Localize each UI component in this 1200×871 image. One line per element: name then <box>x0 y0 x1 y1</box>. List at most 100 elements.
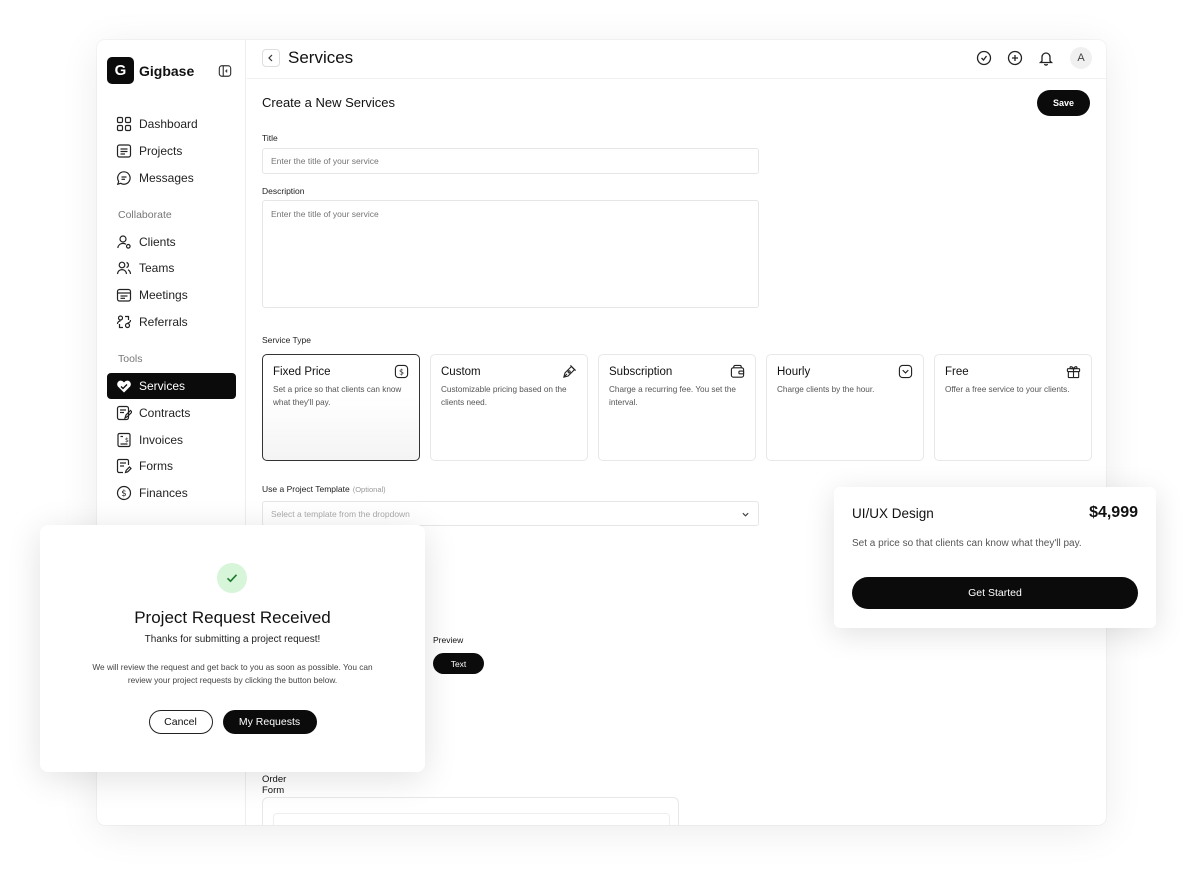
chevron-left-icon <box>268 54 273 62</box>
plus-circle-icon <box>1007 50 1023 66</box>
sidebar-collapse-icon[interactable] <box>218 64 232 78</box>
card-desc: Offer a free service to your clients. <box>945 385 1070 394</box>
list-icon <box>116 144 132 158</box>
card-title: Hourly <box>777 366 811 378</box>
modal-subtitle: Thanks for submitting a project request! <box>144 634 321 645</box>
add-button[interactable] <box>1006 49 1024 67</box>
modal-title: Project Request Received <box>134 608 331 627</box>
sidebar-item-invoices[interactable]: $ Invoices <box>107 427 236 453</box>
sidebar-item-teams[interactable]: Teams <box>107 255 236 281</box>
sidebar-heading-collaborate: Collaborate <box>118 208 172 221</box>
user-icon <box>117 234 131 249</box>
sidebar-item-projects[interactable]: Projects <box>107 138 236 164</box>
card-title: Fixed Price <box>273 366 331 378</box>
heart-hand-icon <box>117 380 131 393</box>
card-title: Custom <box>441 366 481 378</box>
service-name: UI/UX Design <box>852 506 934 521</box>
check-icon <box>226 574 238 583</box>
sidebar-item-label: Invoices <box>139 432 184 447</box>
modal-actions: Cancel My Requests <box>40 710 425 734</box>
text-pill-button[interactable]: Text <box>433 653 484 674</box>
card-title: Subscription <box>609 366 673 378</box>
card-desc: Set a price so that clients can know wha… <box>273 385 402 407</box>
card-desc: Charge a recurring fee. You set the inte… <box>609 385 736 407</box>
top-header: Services A <box>247 40 1106 79</box>
form-heading: Create a New Services <box>262 95 395 110</box>
sidebar-item-label: Contracts <box>139 405 191 420</box>
order-form-box <box>262 797 679 825</box>
bell-icon <box>1038 52 1054 66</box>
sidebar-nav: Dashboard Projects Messages Collaborate … <box>107 111 236 507</box>
sidebar-item-label: Referrals <box>139 314 188 329</box>
sidebar-item-services[interactable]: Services <box>107 372 236 399</box>
sidebar-item-forms[interactable]: Forms <box>107 453 236 479</box>
sidebar-item-label: Projects <box>139 143 183 158</box>
my-requests-button[interactable]: My Requests <box>222 710 317 734</box>
contract-icon <box>116 405 132 420</box>
grid-icon <box>116 116 132 132</box>
notifications-button[interactable] <box>1037 49 1055 67</box>
sidebar-item-finances[interactable]: $ Finances <box>107 480 236 506</box>
referral-icon <box>116 315 132 329</box>
sidebar-item-contracts[interactable]: Contracts <box>107 400 236 426</box>
sidebar-item-label: Forms <box>139 459 173 474</box>
sidebar-item-label: Services <box>139 378 186 393</box>
template-label: Use a Project Template (Optional) <box>262 484 562 494</box>
brand-logo: G <box>107 57 134 84</box>
description-label: Description <box>262 186 305 196</box>
sidebar-item-label: Teams <box>139 261 175 276</box>
svg-text:$: $ <box>125 437 129 444</box>
sidebar-item-dashboard[interactable]: Dashboard <box>107 111 236 137</box>
svg-text:$: $ <box>121 489 126 499</box>
get-started-button[interactable]: Get Started <box>852 577 1138 609</box>
back-button[interactable] <box>262 49 280 67</box>
invoice-icon: $ <box>117 432 131 447</box>
dollar-icon: $ <box>394 364 409 379</box>
template-select[interactable]: Select a template from the dropdown <box>262 501 759 526</box>
order-form-label: Order Form <box>262 774 287 796</box>
order-form-field[interactable] <box>273 813 670 825</box>
service-type-custom[interactable]: Custom Customizable pricing based on the… <box>430 354 588 461</box>
save-button[interactable]: Save <box>1037 90 1090 116</box>
clock-icon <box>898 364 913 379</box>
description-input[interactable] <box>262 200 759 308</box>
brand-name: Gigbase <box>139 62 195 79</box>
check-clock-button[interactable] <box>975 49 993 67</box>
sidebar-item-meetings[interactable]: Meetings <box>107 282 236 308</box>
sidebar-item-referrals[interactable]: Referrals <box>107 309 236 335</box>
pen-icon <box>563 365 576 378</box>
chevron-down-icon <box>742 512 749 517</box>
sidebar-item-label: Clients <box>139 234 176 249</box>
service-type-hourly[interactable]: Hourly Charge clients by the hour. <box>766 354 924 461</box>
title-input[interactable] <box>262 148 759 174</box>
sidebar-item-label: Meetings <box>139 288 188 303</box>
service-type-options: Fixed Price Set a price so that clients … <box>262 354 1102 461</box>
cancel-button[interactable]: Cancel <box>148 710 213 734</box>
dollar-icon: $ <box>116 486 132 501</box>
header-actions: A <box>962 47 1092 69</box>
preview-label: Preview <box>433 635 464 645</box>
page-title: Services <box>288 48 354 67</box>
service-description: Set a price so that clients can know wha… <box>852 538 1082 549</box>
sidebar-item-clients[interactable]: Clients <box>107 229 236 255</box>
form-icon <box>116 459 132 474</box>
service-type-label: Service Type <box>262 335 311 345</box>
card-desc: Charge clients by the hour. <box>777 385 875 394</box>
template-select-placeholder: Select a template from the dropdown <box>271 509 410 519</box>
template-label-text: Use a Project Template <box>262 484 350 494</box>
gift-icon <box>1066 366 1081 379</box>
request-received-modal: Project Request Received Thanks for subm… <box>40 525 425 772</box>
service-type-free[interactable]: Free Offer a free service to your client… <box>934 354 1092 461</box>
service-price: $4,999 <box>1089 504 1138 521</box>
avatar[interactable]: A <box>1070 47 1092 69</box>
sidebar-item-messages[interactable]: Messages <box>107 165 236 191</box>
service-type-subscription[interactable]: Subscription Charge a recurring fee. You… <box>598 354 756 461</box>
calendar-icon <box>116 289 132 302</box>
optional-hint: (Optional) <box>352 485 386 494</box>
card-desc: Customizable pricing based on the client… <box>441 385 567 407</box>
success-badge <box>217 563 247 593</box>
brand[interactable]: G Gigbase <box>107 57 194 84</box>
service-preview-card: UI/UX Design $4,999 Set a price so that … <box>834 487 1156 628</box>
service-type-fixed-price[interactable]: Fixed Price Set a price so that clients … <box>262 354 420 461</box>
card-title: Free <box>945 366 969 378</box>
